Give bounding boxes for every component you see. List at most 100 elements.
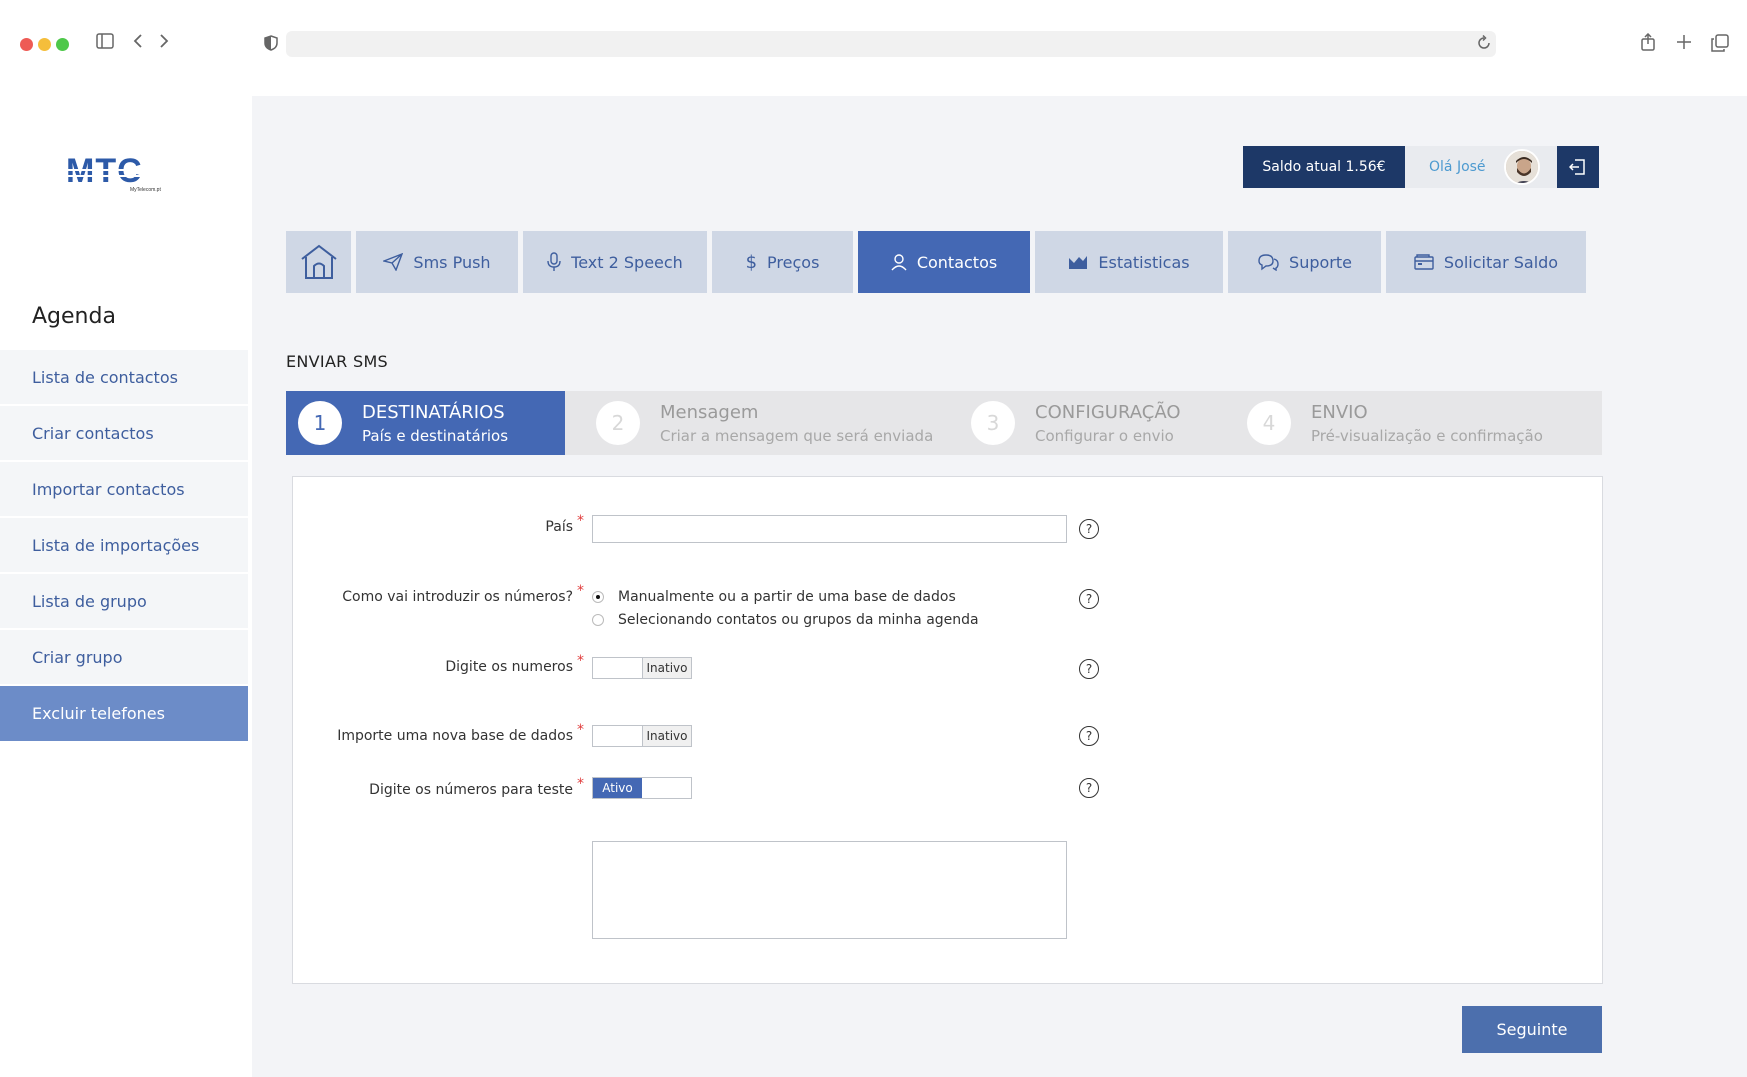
sidebar-item-create-group[interactable]: Criar grupo bbox=[0, 630, 248, 686]
step-send[interactable]: 4 ENVIO Pré-visualização e confirmação bbox=[1247, 391, 1597, 455]
minimize-window-dot[interactable] bbox=[38, 38, 51, 51]
step-title: CONFIGURAÇÃO bbox=[1035, 401, 1181, 423]
main-nav: Sms Push Text 2 Speech $ Preços Contacto… bbox=[286, 231, 1586, 293]
tab-overview-icon[interactable] bbox=[1711, 34, 1729, 55]
nav-label: Text 2 Speech bbox=[571, 252, 683, 272]
logo-text: MTC bbox=[66, 155, 143, 190]
help-icon[interactable]: ? bbox=[1079, 659, 1099, 679]
sidebar-item-import-list[interactable]: Lista de importações bbox=[0, 518, 248, 574]
radio-manual[interactable]: Manualmente ou a partir de uma base de d… bbox=[592, 589, 956, 605]
mtc-logo[interactable]: MTC MyTelecom.pt bbox=[66, 152, 166, 195]
chat-bubbles-icon bbox=[1258, 254, 1279, 271]
sidebar-item-import-contacts[interactable]: Importar contactos bbox=[0, 462, 248, 518]
nav-text-2-speech[interactable]: Text 2 Speech bbox=[523, 231, 707, 293]
country-label: País bbox=[545, 519, 573, 535]
required-mark: * bbox=[577, 653, 584, 669]
nav-label: Sms Push bbox=[413, 252, 491, 272]
help-icon[interactable]: ? bbox=[1079, 726, 1099, 746]
country-input[interactable] bbox=[592, 515, 1067, 543]
step-subtitle: País e destinatários bbox=[362, 426, 509, 445]
new-tab-icon[interactable] bbox=[1676, 33, 1692, 53]
radio-button-checked[interactable] bbox=[592, 591, 604, 603]
back-icon[interactable] bbox=[133, 32, 143, 52]
toggle-empty-segment bbox=[593, 658, 642, 678]
radio-label: Selecionando contatos ou grupos da minha… bbox=[618, 612, 979, 628]
balance-badge: Saldo atual 1.56€ bbox=[1243, 146, 1405, 188]
nav-label: Preços bbox=[767, 252, 820, 272]
user-icon bbox=[891, 254, 907, 271]
account-bar: Saldo atual 1.56€ Olá José bbox=[1243, 146, 1599, 188]
avatar[interactable] bbox=[1503, 149, 1540, 185]
sidebar-item-contact-list[interactable]: Lista de contactos bbox=[0, 350, 248, 406]
type-numbers-label: Digite os numeros bbox=[445, 659, 573, 675]
sidebar-item-exclude-phones[interactable]: Excluir telefones bbox=[0, 686, 248, 743]
test-numbers-toggle[interactable]: Ativo bbox=[592, 777, 692, 799]
nav-request-balance[interactable]: Solicitar Saldo bbox=[1386, 231, 1586, 293]
step-recipients[interactable]: 1 DESTINATÁRIOS País e destinatários bbox=[286, 391, 565, 455]
main-content: Saldo atual 1.56€ Olá José Sms Push Text… bbox=[252, 96, 1747, 1077]
nav-label: Solicitar Saldo bbox=[1443, 252, 1559, 272]
step-subtitle: Configurar o envio bbox=[1035, 426, 1174, 445]
nav-label: Contactos bbox=[916, 252, 998, 272]
help-icon[interactable]: ? bbox=[1079, 519, 1099, 539]
step-configuration[interactable]: 3 CONFIGURAÇÃO Configurar o envio bbox=[971, 391, 1247, 455]
toggle-state: Ativo bbox=[593, 778, 642, 798]
step-number: 1 bbox=[298, 401, 342, 445]
greeting-text: Olá José bbox=[1429, 159, 1486, 175]
sidebar-item-group-list[interactable]: Lista de grupo bbox=[0, 574, 248, 630]
nav-prices[interactable]: $ Preços bbox=[712, 231, 853, 293]
logo-subtitle: MyTelecom.pt bbox=[130, 187, 161, 193]
nav-sms-push[interactable]: Sms Push bbox=[356, 231, 518, 293]
step-title: Mensagem bbox=[660, 401, 759, 423]
required-mark: * bbox=[577, 513, 584, 529]
help-icon[interactable]: ? bbox=[1079, 778, 1099, 798]
radio-button[interactable] bbox=[592, 614, 604, 626]
step-title: ENVIO bbox=[1311, 401, 1368, 423]
import-db-toggle[interactable]: Inativo bbox=[592, 725, 692, 747]
step-message[interactable]: 2 Mensagem Criar a mensagem que será env… bbox=[565, 391, 971, 455]
sidebar-toggle-icon[interactable] bbox=[96, 32, 114, 52]
test-numbers-textarea[interactable] bbox=[592, 841, 1067, 939]
required-mark: * bbox=[577, 583, 584, 599]
reload-icon[interactable] bbox=[1476, 34, 1492, 54]
nav-home[interactable] bbox=[286, 231, 351, 293]
logout-button[interactable] bbox=[1557, 146, 1599, 188]
toggle-state: Inativo bbox=[642, 726, 691, 746]
nav-support[interactable]: Suporte bbox=[1228, 231, 1381, 293]
required-mark: * bbox=[577, 722, 584, 738]
close-window-dot[interactable] bbox=[20, 38, 33, 51]
wallet-icon bbox=[1414, 254, 1434, 270]
toggle-empty-segment bbox=[593, 726, 642, 746]
area-chart-icon bbox=[1069, 256, 1088, 269]
toggle-empty-segment bbox=[642, 778, 691, 798]
step-number: 4 bbox=[1247, 401, 1291, 445]
radio-agenda[interactable]: Selecionando contatos ou grupos da minha… bbox=[592, 612, 979, 628]
user-greeting[interactable]: Olá José bbox=[1405, 146, 1557, 188]
step-title: DESTINATÁRIOS bbox=[362, 401, 505, 423]
step-number: 2 bbox=[596, 401, 640, 445]
required-mark: * bbox=[577, 776, 584, 792]
type-numbers-toggle[interactable]: Inativo bbox=[592, 657, 692, 679]
test-numbers-label: Digite os números para teste bbox=[369, 782, 573, 798]
nav-statistics[interactable]: Estatisticas bbox=[1035, 231, 1223, 293]
home-icon bbox=[300, 244, 337, 279]
step-subtitle: Pré-visualização e confirmação bbox=[1311, 426, 1543, 445]
nav-label: Estatisticas bbox=[1098, 252, 1190, 272]
nav-label: Suporte bbox=[1289, 252, 1352, 272]
nav-contacts[interactable]: Contactos bbox=[858, 231, 1030, 293]
maximize-window-dot[interactable] bbox=[56, 38, 69, 51]
help-icon[interactable]: ? bbox=[1079, 589, 1099, 609]
share-icon[interactable] bbox=[1640, 32, 1656, 54]
address-bar[interactable] bbox=[286, 31, 1496, 57]
paper-plane-icon bbox=[383, 253, 404, 271]
privacy-shield-icon[interactable] bbox=[264, 34, 278, 54]
wizard-steps: 1 DESTINATÁRIOS País e destinatários 2 M… bbox=[286, 391, 1602, 455]
sidebar-item-create-contacts[interactable]: Criar contactos bbox=[0, 406, 248, 462]
microphone-icon bbox=[547, 252, 561, 271]
sidebar: MTC MyTelecom.pt Agenda Lista de contact… bbox=[0, 92, 252, 1077]
step-number: 3 bbox=[971, 401, 1015, 445]
dollar-icon: $ bbox=[745, 251, 758, 273]
sidebar-menu: Lista de contactos Criar contactos Impor… bbox=[0, 350, 248, 743]
next-button[interactable]: Seguinte bbox=[1462, 1006, 1602, 1053]
forward-icon[interactable] bbox=[159, 32, 169, 52]
